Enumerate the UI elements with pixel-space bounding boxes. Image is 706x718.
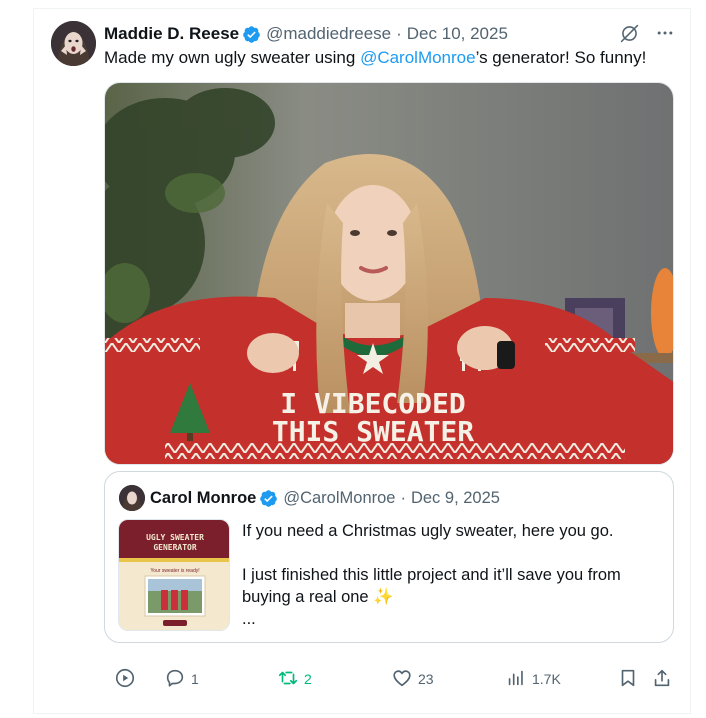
quoted-post[interactable]: Carol Monroe @CarolMonroe · Dec 9, 2025 … — [104, 471, 674, 643]
post-text-end: ’s generator! So funny! — [475, 48, 647, 67]
grok-icon[interactable] — [618, 22, 640, 44]
quoted-author-handle[interactable]: @CarolMonroe — [283, 489, 395, 508]
quoted-text-ellipsis: ... — [242, 610, 256, 628]
play-button[interactable] — [114, 664, 136, 694]
views-button[interactable]: 1.7K — [505, 664, 561, 694]
quoted-date[interactable]: Dec 9, 2025 — [411, 489, 500, 508]
author-avatar[interactable] — [51, 21, 96, 66]
post-text-start: Made my own ugly sweater using — [104, 48, 361, 67]
header-actions — [618, 22, 676, 44]
reply-icon — [164, 667, 186, 692]
quoted-image-title-line1: UGLY SWEATER — [146, 533, 204, 542]
views-count: 1.7K — [532, 671, 561, 687]
repost-count: 2 — [304, 671, 312, 687]
like-icon — [391, 667, 413, 692]
author-name[interactable]: Maddie D. Reese — [104, 24, 239, 44]
repost-button[interactable]: 2 — [277, 664, 312, 694]
verified-badge-icon — [242, 25, 261, 44]
bookmark-icon — [617, 667, 639, 692]
divider — [33, 713, 691, 714]
action-bar: 1 2 23 1.7K — [104, 664, 674, 694]
quoted-text-line1: If you need a Christmas ugly sweater, he… — [242, 522, 614, 540]
repost-icon — [277, 667, 299, 692]
sweater-text-line2: THIS SWEATER — [272, 415, 474, 448]
post-date[interactable]: Dec 10, 2025 — [407, 24, 508, 44]
share-icon — [651, 667, 673, 692]
share-button[interactable] — [651, 664, 673, 694]
like-button[interactable]: 23 — [391, 664, 434, 694]
like-count: 23 — [418, 671, 434, 687]
quoted-separator: · — [400, 488, 406, 507]
quoted-author-avatar[interactable] — [119, 485, 145, 511]
quoted-image-title-line2: GENERATOR — [153, 543, 197, 552]
mention-link[interactable]: @CarolMonroe — [360, 48, 476, 67]
verified-badge-icon — [259, 489, 278, 508]
quoted-header: Carol Monroe @CarolMonroe · Dec 9, 2025 — [150, 486, 500, 510]
reply-button[interactable]: 1 — [164, 664, 199, 694]
post-header: Maddie D. Reese @maddiedreese · Dec 10, … — [104, 22, 508, 46]
post-image[interactable]: I VIBECODED THIS SWEATER — [104, 82, 674, 465]
quoted-author-name[interactable]: Carol Monroe — [150, 489, 256, 508]
bookmark-button[interactable] — [617, 664, 639, 694]
quoted-text: If you need a Christmas ugly sweater, he… — [242, 520, 662, 630]
author-handle[interactable]: @maddiedreese — [266, 24, 391, 44]
quoted-image-caption: Your sweater is ready! — [150, 568, 199, 574]
quoted-text-line2: I just finished this little project and … — [242, 566, 621, 606]
views-icon — [505, 667, 527, 692]
quoted-image[interactable]: UGLY SWEATER GENERATOR Your sweater is r… — [118, 519, 230, 631]
more-icon[interactable] — [654, 22, 676, 44]
post-text: Made my own ugly sweater using @CarolMon… — [104, 47, 646, 69]
reply-count: 1 — [191, 671, 199, 687]
play-icon — [114, 667, 136, 692]
header-separator: · — [396, 24, 402, 43]
